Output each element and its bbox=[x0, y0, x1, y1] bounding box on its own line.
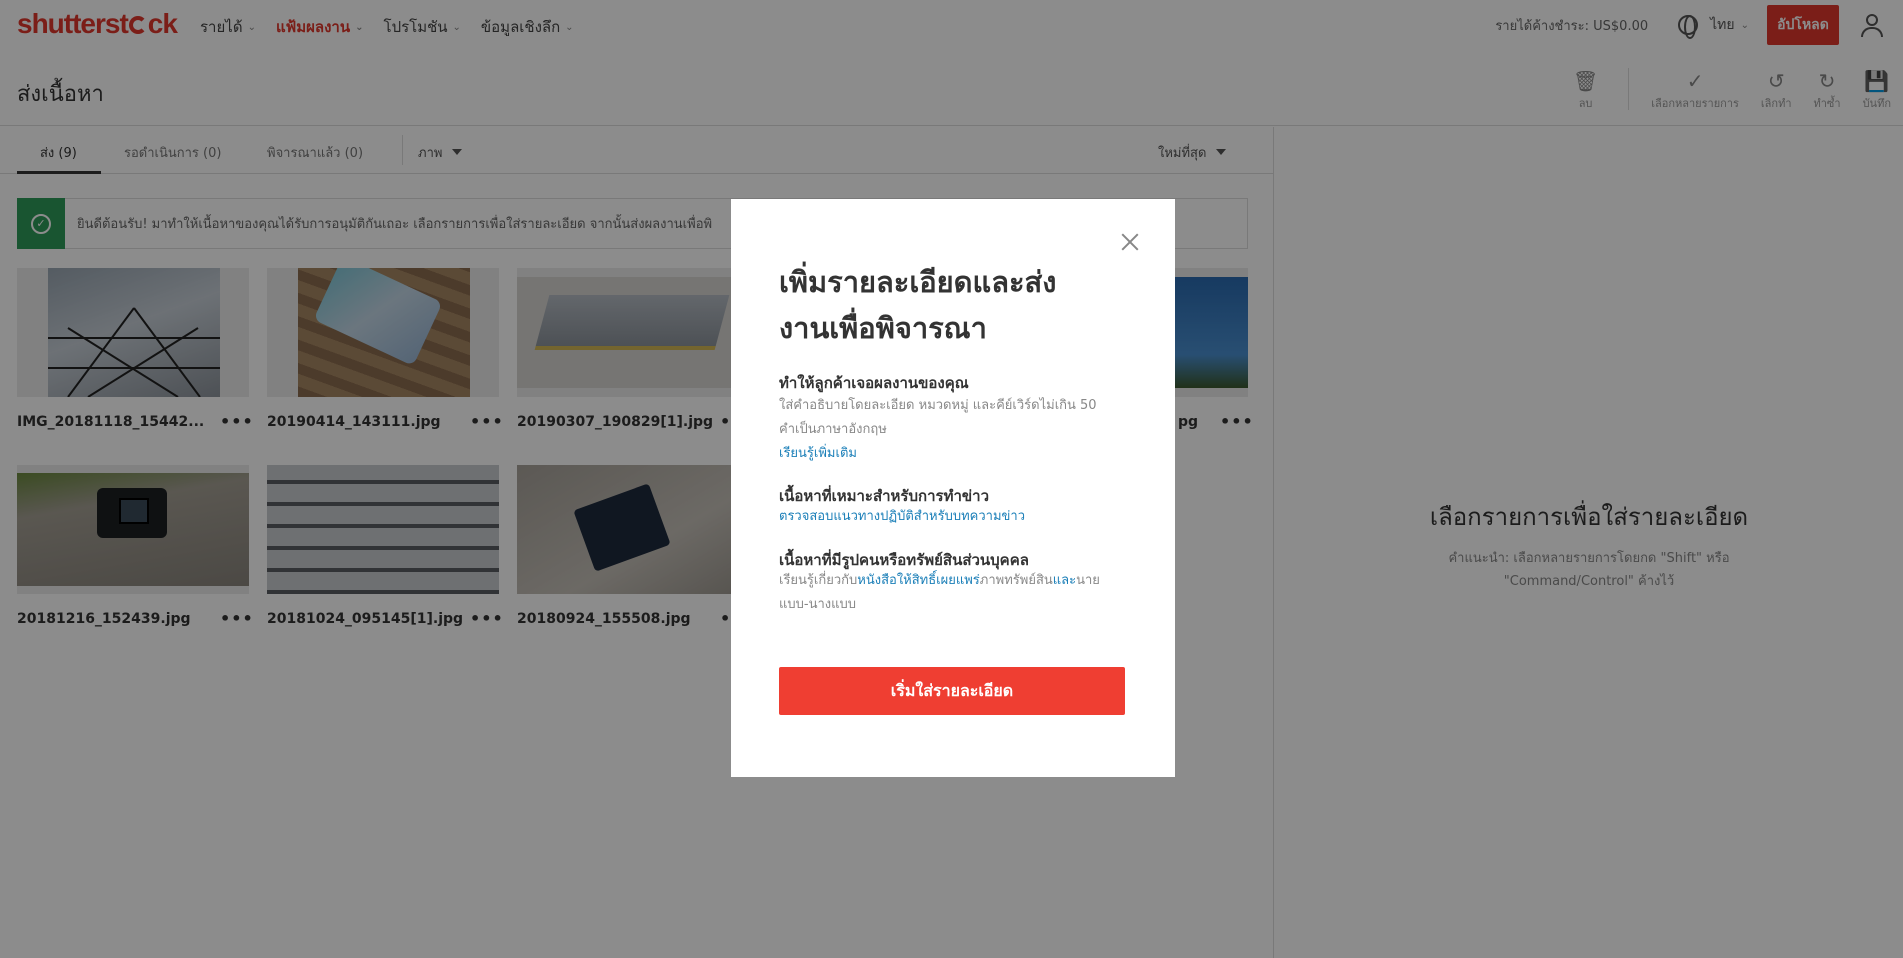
editorial-guidelines-link[interactable]: ตรวจสอบแนวทางปฏิบัติสำหรับบทความข่าว bbox=[779, 505, 1119, 529]
releases-text-b: ภาพทรัพย์สิน bbox=[979, 573, 1053, 588]
section-text-find-work: ใส่คำอธิบายโดยละเอียด หมวดหมู่ และคีย์เว… bbox=[779, 398, 1097, 437]
releases-text-a: เรียนรู้เกี่ยวกับ bbox=[779, 573, 858, 588]
modal-title: เพิ่มรายละเอียดและส่งงานเพื่อพิจารณา bbox=[779, 265, 1057, 345]
start-adding-details-button[interactable]: เริ่มใส่รายละเอียด bbox=[779, 667, 1125, 715]
add-details-modal: เพิ่มรายละเอียดและส่งงานเพื่อพิจารณา ทำใ… bbox=[731, 199, 1175, 777]
section-title-find-work: ทำให้ลูกค้าเจอผลงานของคุณ bbox=[779, 374, 969, 392]
learn-more-link[interactable]: เรียนรู้เพิ่มเติม bbox=[779, 442, 1119, 466]
model-release-link[interactable]: และ bbox=[1053, 573, 1076, 588]
section-text-releases: เรียนรู้เกี่ยวกับหนังสือให้สิทธิ์เผยแพร่… bbox=[779, 569, 1119, 617]
release-forms-link[interactable]: หนังสือให้สิทธิ์เผยแพร่ bbox=[857, 573, 980, 588]
close-icon[interactable] bbox=[1121, 233, 1139, 251]
